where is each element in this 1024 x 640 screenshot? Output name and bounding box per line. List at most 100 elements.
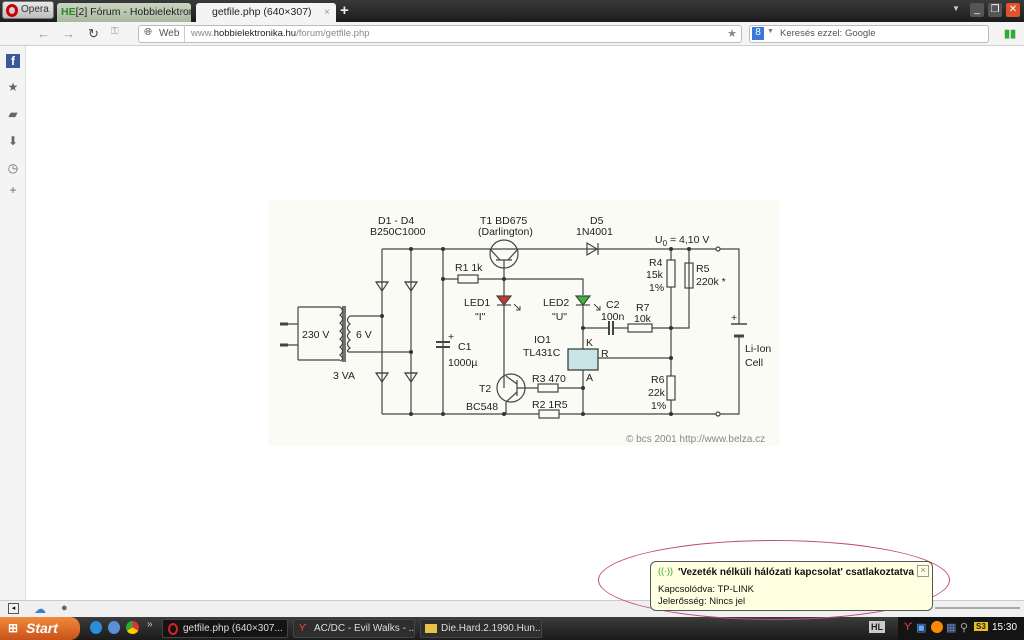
- notification-title: 'Vezeték nélküli hálózati kapcsolat' csa…: [678, 567, 914, 578]
- label-t2: T2: [479, 383, 491, 395]
- panel-toggle-icon[interactable]: ◂: [8, 603, 19, 614]
- tab-menu-icon[interactable]: ▼: [952, 4, 960, 13]
- tray-badge[interactable]: S3: [974, 622, 988, 631]
- speed-dial-icon[interactable]: ●: [61, 602, 68, 614]
- chrome-icon[interactable]: [126, 621, 139, 634]
- label-r2: R2 1R5: [532, 399, 568, 411]
- restore-button[interactable]: ❐: [988, 3, 1002, 17]
- label-bridge: B250C1000: [370, 226, 426, 238]
- clock[interactable]: 15:30: [992, 622, 1017, 633]
- minimize-button[interactable]: _: [970, 3, 984, 17]
- opera-turbo-icon[interactable]: ▮▮: [1004, 27, 1016, 40]
- label-r4-tol: 1%: [649, 282, 664, 294]
- label-cell-1: Li-Ion: [745, 343, 771, 355]
- schematic-image: D1 - D4 B250C1000 T1 BD675 (Darlington) …: [268, 200, 780, 446]
- history-clock-icon[interactable]: ◷: [6, 161, 20, 175]
- tab-bar: Opera HE[2] Fórum - Hobbielektroni...× g…: [0, 0, 1024, 22]
- taskbar-item-getfile[interactable]: getfile.php (640×307...: [162, 619, 288, 638]
- bookmark-star-icon[interactable]: ★: [727, 27, 737, 40]
- label-r5-value: 220k *: [696, 276, 726, 288]
- label-a: A: [586, 372, 593, 384]
- folder-icon: [425, 624, 437, 633]
- opera-icon: [168, 623, 178, 635]
- web-badge[interactable]: 🌐︎ Web: [139, 26, 185, 42]
- google-icon: 8: [752, 27, 764, 40]
- dropdown-icon[interactable]: ▼: [767, 28, 774, 35]
- taskbar-item-acdc[interactable]: Ƴ AC/DC - Evil Walks - ...: [293, 619, 415, 638]
- taskbar: ⊞ Start » getfile.php (640×307... Ƴ AC/DC …: [0, 617, 1024, 640]
- navigation-bar: ← → ↻ ⚿ 🌐︎ Web www.hobbielektronika.hu/fo…: [0, 22, 1024, 46]
- downloads-icon[interactable]: ⬇: [6, 134, 20, 148]
- tab-getfile[interactable]: getfile.php (640×307) ×: [196, 3, 336, 22]
- label-led1-q: "I": [475, 311, 486, 323]
- label-c1: C1: [458, 341, 472, 353]
- opera-menu-button[interactable]: Opera: [2, 1, 54, 19]
- label-t1-note: (Darlington): [478, 226, 533, 238]
- tab-forum[interactable]: HE[2] Fórum - Hobbielektroni...×: [57, 3, 191, 22]
- credit-text: © bcs 2001 http://www.belza.cz: [626, 434, 765, 445]
- notes-icon[interactable]: ▰: [6, 107, 20, 121]
- close-notification-button[interactable]: ×: [917, 565, 929, 577]
- label-r4: R4: [649, 257, 663, 269]
- label-r6-tol: 1%: [651, 400, 666, 412]
- label-r3: R3 470: [532, 373, 566, 385]
- opera-logo-icon: [6, 4, 18, 17]
- avast-icon[interactable]: [931, 621, 943, 633]
- label-d5-part: 1N4001: [576, 226, 613, 238]
- skype-icon[interactable]: [90, 621, 102, 634]
- network-icon[interactable]: ▣: [916, 621, 926, 634]
- close-tab-icon[interactable]: ×: [324, 3, 330, 21]
- add-panel-icon[interactable]: +: [6, 183, 20, 197]
- label-r5: R5: [696, 263, 710, 275]
- sidebar: f ★ ▰ ⬇ ◷ +: [0, 46, 26, 600]
- start-button[interactable]: ⊞ Start: [0, 617, 80, 640]
- notification-balloon[interactable]: ((·)) 'Vezeték nélküli hálózati kapcsola…: [650, 561, 933, 611]
- label-cell-2: Cell: [745, 357, 763, 369]
- notification-line-2: Jelerősség: Nincs jel: [658, 596, 746, 607]
- zoom-slider[interactable]: [935, 607, 1020, 609]
- label-r6: R6: [651, 374, 665, 386]
- network-disconnected-icon[interactable]: ▦: [946, 621, 956, 634]
- svg-text:+: +: [448, 331, 454, 343]
- label-uo: U0 = 4,10 V: [655, 234, 709, 248]
- wireless-icon: ((·)): [658, 566, 673, 576]
- label-led1: LED1: [464, 297, 490, 309]
- close-window-button[interactable]: ✕: [1006, 3, 1020, 17]
- label-c1-value: 1000µ: [448, 357, 477, 369]
- back-icon[interactable]: ←: [37, 26, 50, 41]
- label-led2: LED2: [543, 297, 569, 309]
- forward-icon[interactable]: →: [62, 26, 75, 41]
- globe-icon: 🌐︎: [144, 27, 152, 38]
- label-r: R: [601, 348, 609, 360]
- windows-logo-icon: ⊞: [8, 621, 19, 635]
- label-r1: R1 1k: [455, 262, 483, 274]
- label-r6-value: 22k: [648, 387, 666, 399]
- svg-text:+: +: [731, 312, 737, 324]
- opera-unite-cloud-icon[interactable]: ☁: [34, 602, 46, 616]
- taskbar-item-folder[interactable]: Die.Hard.2.1990.Hun...: [420, 619, 542, 638]
- url-text[interactable]: www.hobbielektronika.hu/forum/getfile.ph…: [191, 28, 370, 39]
- language-indicator[interactable]: HL: [869, 621, 885, 633]
- quicklaunch-icon[interactable]: [108, 621, 120, 634]
- more-quicklaunch-button[interactable]: »: [147, 619, 153, 630]
- label-k: K: [586, 337, 593, 349]
- label-3va: 3 VA: [333, 370, 355, 382]
- label-c2-value: 100n: [601, 311, 625, 323]
- system-tray: Ƴ ▣ ▦ ⚲ S3 15:30: [898, 617, 1024, 640]
- new-tab-button[interactable]: +: [340, 2, 349, 19]
- label-c2: C2: [606, 299, 620, 311]
- bookmarks-star-icon[interactable]: ★: [6, 80, 20, 94]
- satellite-icon[interactable]: ⚲: [960, 621, 968, 634]
- key-icon[interactable]: ⚿: [111, 26, 119, 37]
- label-230v: 230 V: [302, 329, 329, 341]
- winamp-tray-icon[interactable]: Ƴ: [904, 621, 913, 633]
- address-bar[interactable]: 🌐︎ Web www.hobbielektronika.hu/forum/getf…: [138, 25, 742, 43]
- search-input[interactable]: 8 ▼ Keresés ezzel: Google: [749, 25, 989, 43]
- facebook-icon[interactable]: f: [6, 54, 20, 68]
- label-led2-q: "U": [552, 311, 567, 323]
- label-6v: 6 V: [356, 329, 372, 341]
- close-tab-icon[interactable]: ×: [179, 3, 185, 21]
- notification-line-1: Kapcsolódva: TP-LINK: [658, 584, 754, 595]
- label-io1: IO1: [534, 334, 551, 346]
- reload-icon[interactable]: ↻: [88, 26, 99, 42]
